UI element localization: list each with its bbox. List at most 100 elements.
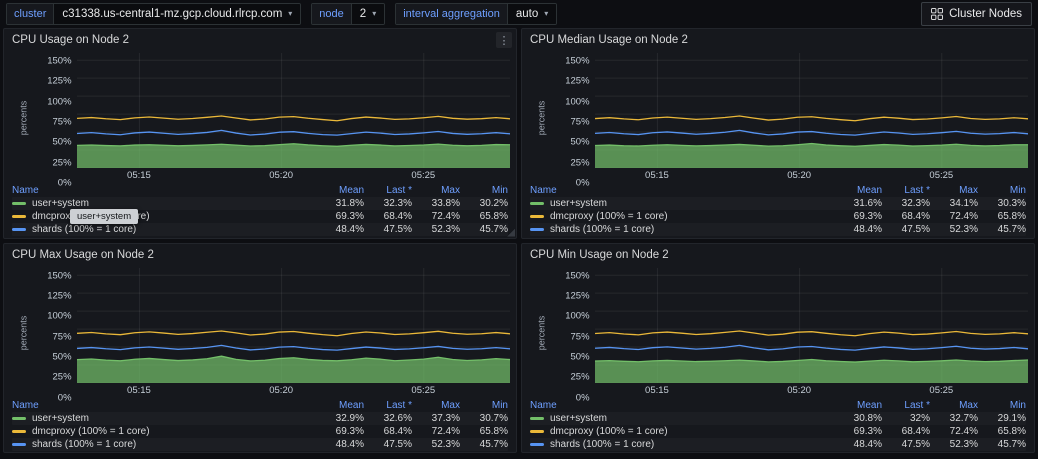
series-color-swatch <box>12 417 26 420</box>
x-axis-ticks: 05:1505:2005:25 <box>77 383 510 398</box>
legend-stat-max: 72.4% <box>412 211 460 222</box>
x-tick-label: 05:25 <box>929 170 953 181</box>
legend-stat-max: 52.3% <box>930 224 978 235</box>
plot-area[interactable] <box>595 268 1028 383</box>
legend-stat-mean: 69.3% <box>834 211 882 222</box>
legend-series-name[interactable]: shards (100% = 1 core) <box>530 439 834 450</box>
apps-grid-icon <box>931 8 943 20</box>
legend-stat-last: 47.5% <box>364 224 412 235</box>
legend-series-name[interactable]: user+system <box>12 198 316 209</box>
legend-stat-mean: 48.4% <box>316 439 364 450</box>
legend-header-min[interactable]: Min <box>460 400 508 411</box>
legend-table: NameMeanLast *MaxMinuser+system32.9%32.6… <box>4 398 516 453</box>
legend-header-max[interactable]: Max <box>412 400 460 411</box>
legend-stat-max: 52.3% <box>930 439 978 450</box>
legend-header-name[interactable]: Name <box>530 400 834 411</box>
y-tick-label: 100% <box>47 96 71 107</box>
legend-stat-min: 65.8% <box>460 211 508 222</box>
legend-series-name[interactable]: shards (100% = 1 core) <box>12 439 316 450</box>
legend-header-name[interactable]: Name <box>530 185 834 196</box>
legend-series-name[interactable]: user+system <box>530 413 834 424</box>
y-tick-label: 25% <box>571 157 590 168</box>
y-tick-label: 150% <box>565 270 589 281</box>
legend-row: dmcproxy (100% = 1 core)69.3%68.4%72.4%6… <box>530 425 1026 438</box>
panel-title[interactable]: CPU Max Usage on Node 2 <box>12 249 154 261</box>
panel-title[interactable]: CPU Min Usage on Node 2 <box>530 249 669 261</box>
legend-series-name[interactable]: user+system <box>12 413 316 424</box>
y-tick-label: 75% <box>53 331 72 342</box>
x-tick-label: 05:25 <box>929 385 953 396</box>
legend-stat-last: 32% <box>882 413 930 424</box>
cluster-nodes-button[interactable]: Cluster Nodes <box>921 2 1032 26</box>
panel-header: CPU Usage on Node 2 ⋮ <box>4 29 516 51</box>
legend-stat-last: 47.5% <box>882 439 930 450</box>
legend-stat-mean: 69.3% <box>316 426 364 437</box>
panel-title[interactable]: CPU Median Usage on Node 2 <box>530 34 688 46</box>
legend-stat-mean: 48.4% <box>834 224 882 235</box>
legend-header-last[interactable]: Last * <box>882 400 930 411</box>
legend-header-max[interactable]: Max <box>930 185 978 196</box>
dashboard-grid: CPU Usage on Node 2⋮percents0%25%50%75%1… <box>0 28 1038 456</box>
plot-area[interactable] <box>595 53 1028 168</box>
legend-header-last[interactable]: Last * <box>364 185 412 196</box>
legend-series-name[interactable]: shards (100% = 1 core) <box>530 224 834 235</box>
legend-header-mean[interactable]: Mean <box>316 400 364 411</box>
legend-stat-min: 45.7% <box>978 224 1026 235</box>
legend-series-name[interactable]: shards (100% = 1 core) <box>12 224 316 235</box>
cluster-variable-dropdown[interactable]: c31338.us-central1-mz.gcp.cloud.rlrcp.co… <box>54 4 300 24</box>
legend-header-min[interactable]: Min <box>978 185 1026 196</box>
legend-series-name[interactable]: dmcproxy (100% = 1 core) <box>12 426 316 437</box>
legend-header-mean[interactable]: Mean <box>316 185 364 196</box>
y-tick-label: 75% <box>53 117 72 128</box>
legend-header-min[interactable]: Min <box>460 185 508 196</box>
cluster-nodes-button-label: Cluster Nodes <box>949 8 1022 20</box>
series-line-shards <box>77 345 510 350</box>
legend-stat-min: 45.7% <box>460 439 508 450</box>
legend-header-row: NameMeanLast *MaxMin <box>530 399 1026 412</box>
legend-header-name[interactable]: Name <box>12 400 316 411</box>
legend-header-min[interactable]: Min <box>978 400 1026 411</box>
panel-header: CPU Median Usage on Node 2 <box>522 29 1034 51</box>
legend-header-name[interactable]: Name <box>12 185 316 196</box>
legend-series-name[interactable]: user+system <box>530 198 834 209</box>
legend-series-name[interactable]: dmcproxy (100% = 1 core) <box>530 426 834 437</box>
legend-stat-last: 32.3% <box>364 198 412 209</box>
y-axis-ticks: 0%25%50%75%100%125%150% <box>41 268 77 398</box>
legend-stat-last: 68.4% <box>882 426 930 437</box>
x-axis-ticks: 05:1505:2005:25 <box>77 168 510 183</box>
legend-series-name[interactable]: dmcproxy (100% = 1 core) <box>12 211 316 222</box>
cluster-variable-label: cluster <box>7 4 54 24</box>
panel-cpu-max-usage-on-node-2: CPU Max Usage on Node 2percents0%25%50%7… <box>3 243 517 454</box>
interval-aggregation-dropdown[interactable]: auto ▾ <box>508 4 556 24</box>
area-fill-user+system <box>77 144 510 168</box>
legend-row: shards (100% = 1 core)48.4%47.5%52.3%45.… <box>12 438 508 451</box>
plot-area[interactable] <box>77 268 510 383</box>
node-variable-dropdown[interactable]: 2 ▾ <box>352 4 384 24</box>
legend-header-row: NameMeanLast *MaxMin <box>530 184 1026 197</box>
x-tick-label: 05:15 <box>645 385 669 396</box>
y-tick-label: 25% <box>571 372 590 383</box>
legend-stat-min: 65.8% <box>978 426 1026 437</box>
legend-stat-last: 32.6% <box>364 413 412 424</box>
legend-row: dmcproxy (100% = 1 core)69.3%68.4%72.4%6… <box>530 210 1026 223</box>
y-tick-label: 100% <box>565 96 589 107</box>
x-axis-ticks: 05:1505:2005:25 <box>595 383 1028 398</box>
legend-stat-last: 68.4% <box>882 211 930 222</box>
plot-area[interactable] <box>77 53 510 168</box>
series-line-dmcproxy <box>595 330 1028 335</box>
legend-stat-mean: 31.8% <box>316 198 364 209</box>
legend-header-max[interactable]: Max <box>930 400 978 411</box>
x-tick-label: 05:15 <box>127 385 151 396</box>
legend-header-max[interactable]: Max <box>412 185 460 196</box>
legend-header-mean[interactable]: Mean <box>834 400 882 411</box>
panel-title[interactable]: CPU Usage on Node 2 <box>12 34 129 46</box>
legend-series-name[interactable]: dmcproxy (100% = 1 core) <box>530 211 834 222</box>
panel-cpu-usage-on-node-2: CPU Usage on Node 2⋮percents0%25%50%75%1… <box>3 28 517 239</box>
legend-header-last[interactable]: Last * <box>882 185 930 196</box>
panel-menu-icon[interactable]: ⋮ <box>496 32 512 48</box>
plot-area-wrap: 05:1505:2005:25 <box>595 53 1028 183</box>
legend-header-mean[interactable]: Mean <box>834 185 882 196</box>
series-line-shards <box>77 130 510 135</box>
y-tick-label: 25% <box>53 157 72 168</box>
legend-header-last[interactable]: Last * <box>364 400 412 411</box>
